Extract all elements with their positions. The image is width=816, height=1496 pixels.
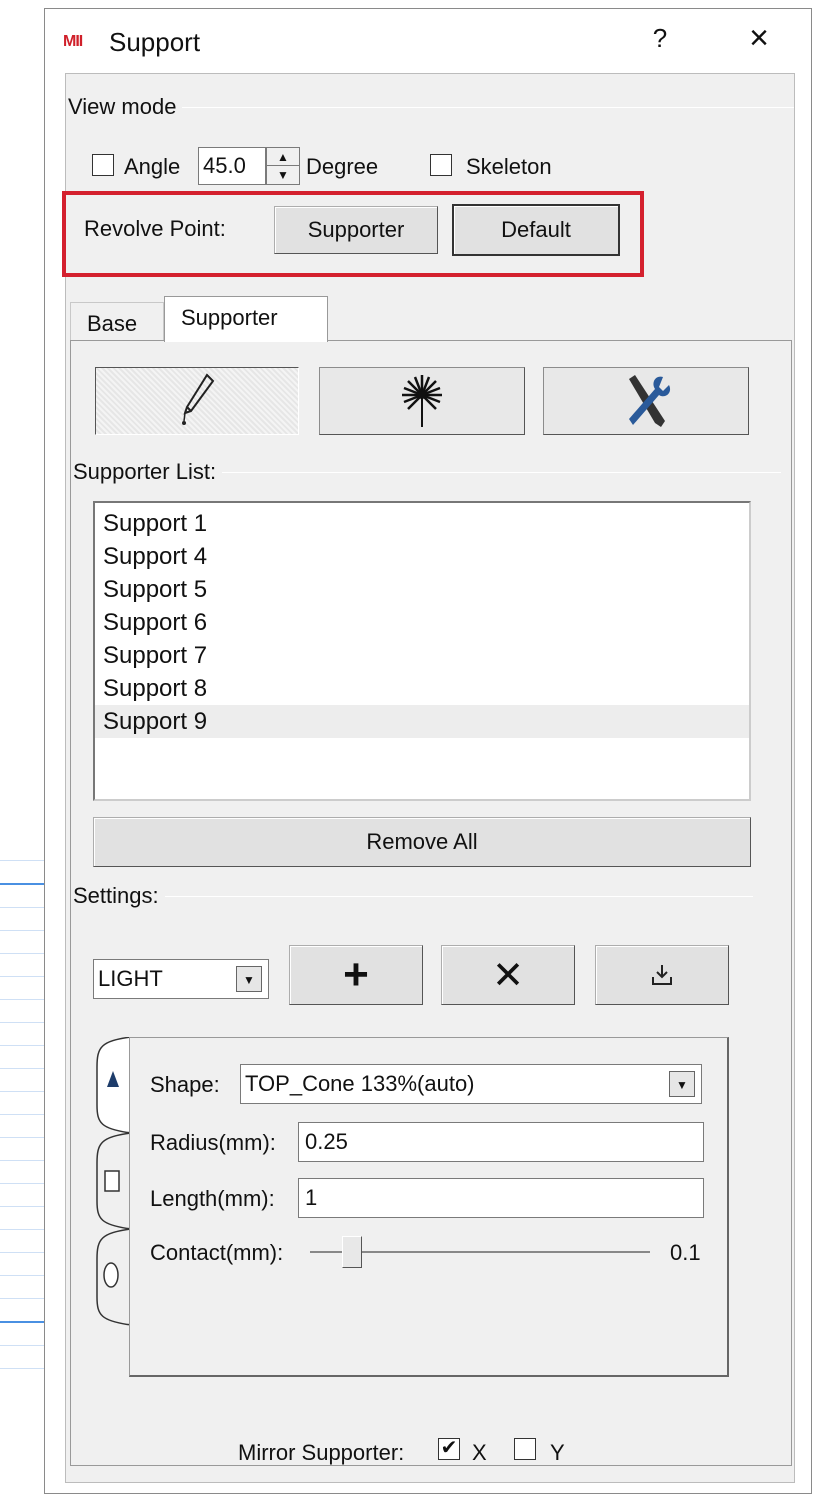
angle-checkbox[interactable] [92,154,114,176]
settings-label: Settings: [73,883,165,909]
mirror-supporter-label: Mirror Supporter: [238,1440,405,1465]
list-item-selected[interactable]: Support 9 [95,705,749,738]
list-item[interactable]: Support 7 [95,639,749,672]
radius-label: Radius(mm): [150,1130,276,1155]
supporter-tab-panel: Supporter List: Support 1 Support 4 Supp… [70,340,792,1466]
x-icon: ✕ [492,954,524,997]
chevron-down-icon[interactable]: ▼ [669,1071,695,1097]
export-profile-button[interactable] [595,945,729,1005]
mirror-y-checkbox[interactable] [514,1438,536,1460]
spin-down-icon[interactable]: ▼ [267,166,299,184]
settings-divider [75,896,753,897]
pen-icon [182,373,215,425]
list-item[interactable]: Support 4 [95,540,749,573]
chevron-down-icon[interactable]: ▼ [236,966,262,992]
shape-select-value: TOP_Cone 133%(auto) [245,1071,475,1096]
angle-label: Angle [124,154,181,179]
export-icon [652,965,672,985]
radius-input[interactable]: 0.25 [298,1122,704,1162]
supporter-list-label: Supporter List: [73,459,223,485]
help-button[interactable]: ? [645,23,675,57]
mirror-y-label: Y [550,1440,565,1465]
plus-icon: + [343,950,369,999]
auto-support-button[interactable] [319,367,525,435]
profile-select-value: LIGHT [98,966,163,991]
add-profile-button[interactable]: + [289,945,423,1005]
list-item[interactable]: Support 8 [95,672,749,705]
window-title: Support [109,27,201,57]
degree-label: Degree [306,154,379,179]
tools-button[interactable] [543,367,749,435]
background-page-lines [0,860,44,1420]
close-button[interactable]: × [737,19,781,59]
mirror-x-label: X [472,1440,487,1465]
list-item[interactable]: Support 1 [95,507,749,540]
cylinder-icon [104,1170,120,1192]
skeleton-checkbox[interactable] [430,154,452,176]
shape-label: Shape: [150,1072,220,1097]
app-logo: MII [63,33,83,50]
list-item[interactable]: Support 6 [95,606,749,639]
mirror-x-checkbox[interactable]: ✔ [438,1438,460,1460]
circle-icon [103,1262,119,1288]
tab-supporter[interactable]: Supporter [164,296,328,342]
supporter-revolve-button[interactable]: Supporter [274,206,438,254]
length-label: Length(mm): [150,1186,275,1211]
tab-base[interactable]: Base [70,302,164,342]
support-dialog: MII Support ? × View mode Angle 45.0 ▲ ▼… [44,8,812,1494]
skeleton-label: Skeleton [466,154,552,179]
default-revolve-button[interactable]: Default [452,204,620,256]
angle-input[interactable]: 45.0 [198,147,266,185]
dandelion-icon [402,375,442,427]
shape-settings-panel: Shape: TOP_Cone 133%(auto) ▼ Radius(mm):… [129,1037,729,1377]
dialog-client-area: View mode Angle 45.0 ▲ ▼ Degree Skeleton… [62,73,795,1483]
spin-up-icon[interactable]: ▲ [267,148,299,166]
contact-slider-thumb[interactable] [342,1236,362,1268]
view-mode-label: View mode [68,94,183,120]
profile-select[interactable]: LIGHT ▼ [93,959,269,999]
list-item[interactable]: Support 5 [95,573,749,606]
pen-tool-button[interactable] [95,367,299,435]
angle-spinner[interactable]: ▲ ▼ [266,147,300,185]
length-input[interactable]: 1 [298,1178,704,1218]
contact-label: Contact(mm): [150,1240,284,1265]
contact-value: 0.1 [670,1240,701,1265]
delete-profile-button[interactable]: ✕ [441,945,575,1005]
tools-icon [629,375,671,427]
remove-all-button[interactable]: Remove All [93,817,751,867]
shape-select[interactable]: TOP_Cone 133%(auto) ▼ [240,1064,702,1104]
title-bar[interactable]: MII Support ? × [45,9,811,73]
supporter-listbox[interactable]: Support 1 Support 4 Support 5 Support 6 … [93,501,751,801]
revolve-point-label: Revolve Point: [84,216,226,241]
